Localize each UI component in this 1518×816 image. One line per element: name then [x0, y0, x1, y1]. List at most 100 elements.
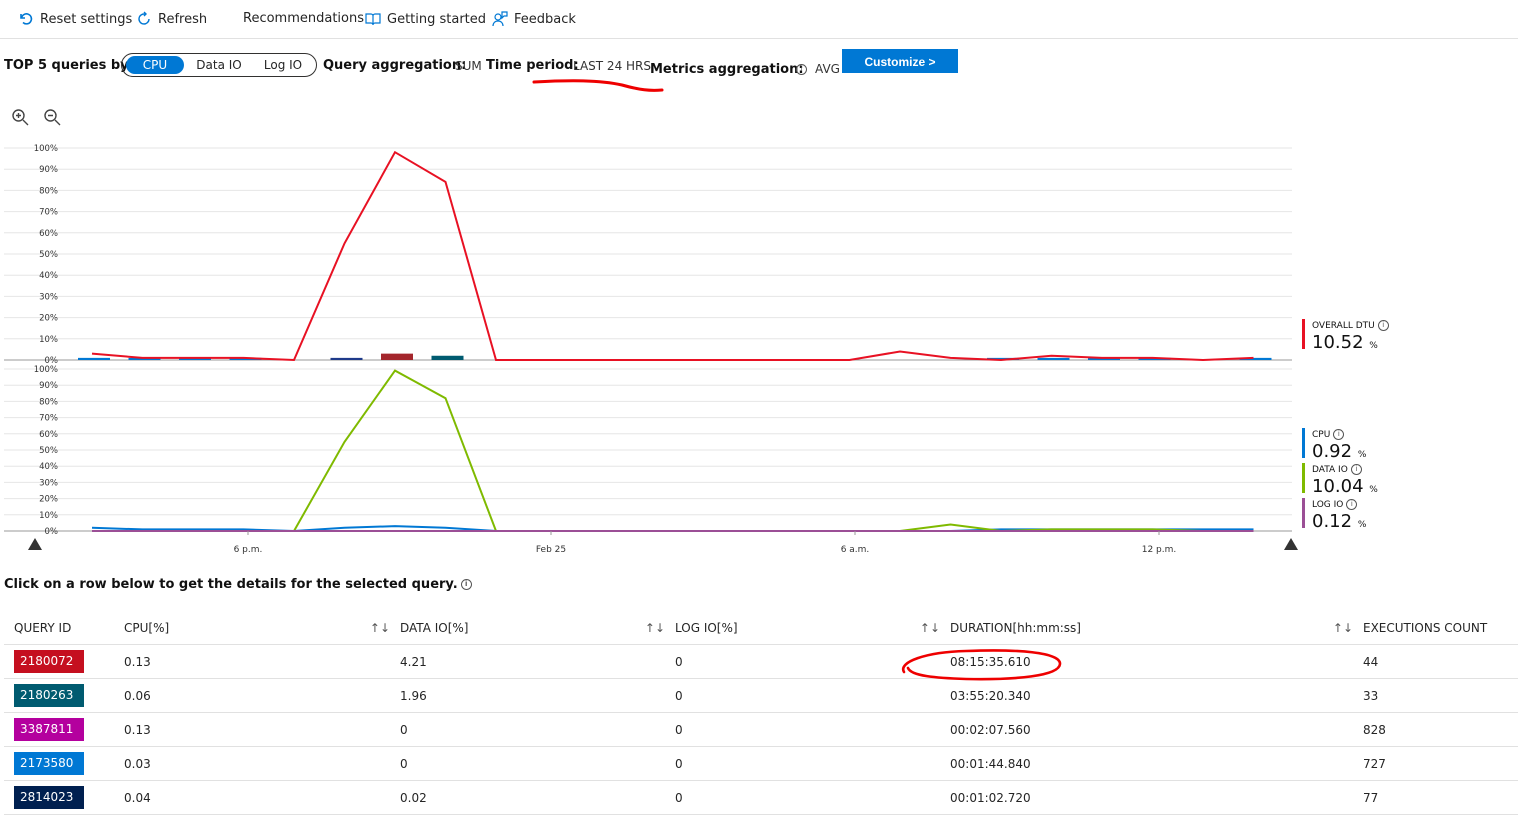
- legend-label-log-io: LOG IO i: [1312, 499, 1358, 510]
- query-id-badge[interactable]: 3387811: [14, 718, 84, 741]
- handwritten-underline-annotation: [532, 79, 664, 92]
- y-tick-label: 10%: [39, 335, 58, 345]
- column-header-query-id[interactable]: QUERY ID: [4, 612, 124, 645]
- refresh-button[interactable]: Refresh: [136, 11, 207, 27]
- refresh-label: Refresh: [158, 11, 208, 27]
- y-tick-label: 20%: [39, 314, 58, 324]
- table-row[interactable]: 2173580 0.03 0 0 00:01:44.840 727: [4, 746, 1518, 781]
- query-id-badge[interactable]: 2180263: [14, 684, 84, 707]
- legend-value-overall-dtu-number: 10.52: [1312, 332, 1364, 353]
- legend-value-cpu-number: 0.92: [1312, 441, 1353, 462]
- y-tick-label: 70%: [39, 208, 58, 218]
- table-header-row: QUERY ID CPU[%] ↑↓ DATA IO[%] ↑↓ LOG IO[%]…: [4, 612, 1518, 645]
- info-icon[interactable]: i: [1333, 429, 1345, 440]
- cell-executions-count: 727: [1363, 746, 1518, 781]
- info-icon[interactable]: i: [460, 579, 472, 590]
- legend-label-data-io-text: DATA IO: [1312, 465, 1348, 475]
- cell-query-id[interactable]: 2180072: [4, 644, 124, 679]
- legend-label-data-io: DATA IO i: [1312, 464, 1362, 475]
- table-row[interactable]: 2180263 0.06 1.96 0 03:55:20.340 33: [4, 678, 1518, 713]
- sort-arrows-icon[interactable]: ↑↓: [1333, 621, 1353, 635]
- cell-query-id[interactable]: 3387811: [4, 712, 124, 747]
- metrics-aggregation-value[interactable]: AVG: [815, 62, 840, 76]
- legend-bar-cpu: [1302, 428, 1305, 458]
- query-aggregation-value[interactable]: SUM: [455, 59, 482, 73]
- cell-query-id[interactable]: 2180263: [4, 678, 124, 713]
- column-header-log-io-label: LOG IO[%]: [675, 621, 738, 635]
- cell-query-id[interactable]: 2173580: [4, 746, 124, 781]
- bar: [381, 353, 413, 360]
- x-tick-label: Feb 25: [536, 545, 566, 555]
- legend-unit-data-io: %: [1369, 485, 1378, 495]
- bar: [330, 357, 363, 360]
- x-tick-label: 12 p.m.: [1142, 545, 1177, 555]
- query-id-badge[interactable]: 2173580: [14, 752, 84, 775]
- y-tick-label: 20%: [39, 495, 58, 505]
- cell-log-io: 0: [675, 712, 950, 747]
- column-header-executions-count[interactable]: EXECUTIONS COUNT: [1363, 612, 1518, 645]
- customize-button[interactable]: Customize >: [842, 49, 958, 73]
- legend-label-overall-dtu: OVERALL DTU i: [1312, 320, 1389, 331]
- y-tick-label: 70%: [39, 414, 58, 424]
- column-header-duration[interactable]: DURATION[hh:mm:ss] ↑↓: [950, 612, 1363, 645]
- cell-data-io: 0.02: [400, 780, 675, 815]
- y-tick-label: 0%: [45, 527, 59, 537]
- cell-log-io: 0: [675, 780, 950, 815]
- toggle-option-data-io[interactable]: Data IO: [190, 56, 248, 74]
- cell-data-io: 0: [400, 712, 675, 747]
- column-header-data-io-label: DATA IO[%]: [400, 621, 469, 635]
- column-header-data-io[interactable]: DATA IO[%] ↑↓: [400, 612, 675, 645]
- y-tick-label: 10%: [39, 511, 58, 521]
- cell-query-id[interactable]: 2814023: [4, 780, 124, 815]
- time-period-value[interactable]: LAST 24 HRS: [573, 59, 651, 73]
- x-tick-label: 6 a.m.: [841, 545, 870, 555]
- column-header-cpu[interactable]: CPU[%] ↑↓: [124, 612, 400, 645]
- info-icon[interactable]: i: [1346, 499, 1358, 510]
- reset-settings-button[interactable]: Reset settings: [18, 11, 132, 27]
- legend-unit-overall-dtu: %: [1369, 341, 1378, 351]
- range-handle-left-icon[interactable]: [28, 538, 42, 550]
- y-tick-label: 80%: [39, 397, 58, 407]
- metrics-chart: 100% 90% 80% 70% 60% 50% 40% 30% 20% 10% 0% 100% 90%…: [4, 144, 1298, 555]
- toggle-option-log-io[interactable]: Log IO: [254, 56, 312, 74]
- y-tick-label: 100%: [34, 365, 58, 375]
- top-queries-label: TOP 5 queries by:: [4, 58, 134, 73]
- zoom-in-icon[interactable]: [11, 108, 29, 126]
- info-icon[interactable]: i: [1377, 320, 1389, 331]
- column-header-log-io[interactable]: LOG IO[%] ↑↓: [675, 612, 950, 645]
- recommendations-button[interactable]: Recommendations: [243, 11, 364, 26]
- y-tick-label: 40%: [39, 271, 58, 281]
- cell-executions-count: 828: [1363, 712, 1518, 747]
- sort-arrows-icon[interactable]: ↑↓: [920, 621, 940, 635]
- y-tick-label: 80%: [39, 186, 58, 196]
- toolbar: Reset settings Refresh Recommendations G…: [0, 0, 1518, 39]
- cell-duration: 00:01:44.840: [950, 746, 1363, 781]
- legend-bar-log-io: [1302, 498, 1305, 528]
- feedback-button[interactable]: Feedback: [492, 11, 576, 27]
- top-queries-table: QUERY ID CPU[%] ↑↓ DATA IO[%] ↑↓ LOG IO[%]…: [4, 612, 1518, 815]
- legend-value-log-io: 0.12 %: [1312, 511, 1366, 532]
- query-id-badge[interactable]: 2180072: [14, 650, 84, 673]
- x-tick-label: 6 p.m.: [234, 545, 263, 555]
- query-id-badge[interactable]: 2814023: [14, 786, 84, 809]
- range-handle-right-icon[interactable]: [1284, 538, 1298, 550]
- sort-arrows-icon[interactable]: ↑↓: [645, 621, 665, 635]
- table-row[interactable]: 2180072 0.13 4.21 0 08:15:35.610 44: [4, 644, 1518, 679]
- zoom-out-icon[interactable]: [43, 108, 61, 126]
- legend-value-cpu: 0.92 %: [1312, 441, 1366, 462]
- info-icon[interactable]: i: [1350, 464, 1362, 475]
- info-icon[interactable]: i: [796, 64, 807, 75]
- legend-bar-data-io: [1302, 463, 1305, 493]
- feedback-label: Feedback: [514, 11, 576, 27]
- table-row[interactable]: 2814023 0.04 0.02 0 00:01:02.720 77: [4, 780, 1518, 815]
- y-tick-label: 40%: [39, 462, 58, 472]
- cell-duration: 00:01:02.720: [950, 780, 1363, 815]
- table-row[interactable]: 3387811 0.13 0 0 00:02:07.560 828: [4, 712, 1518, 747]
- y-tick-label: 90%: [39, 165, 58, 175]
- series-line: [92, 369, 1254, 533]
- getting-started-button[interactable]: Getting started: [365, 11, 486, 27]
- sort-arrows-icon[interactable]: ↑↓: [370, 621, 390, 635]
- cell-data-io: 1.96: [400, 678, 675, 713]
- row-selection-hint-text: Click on a row below to get the details …: [4, 577, 458, 592]
- toggle-option-cpu[interactable]: CPU: [126, 56, 184, 74]
